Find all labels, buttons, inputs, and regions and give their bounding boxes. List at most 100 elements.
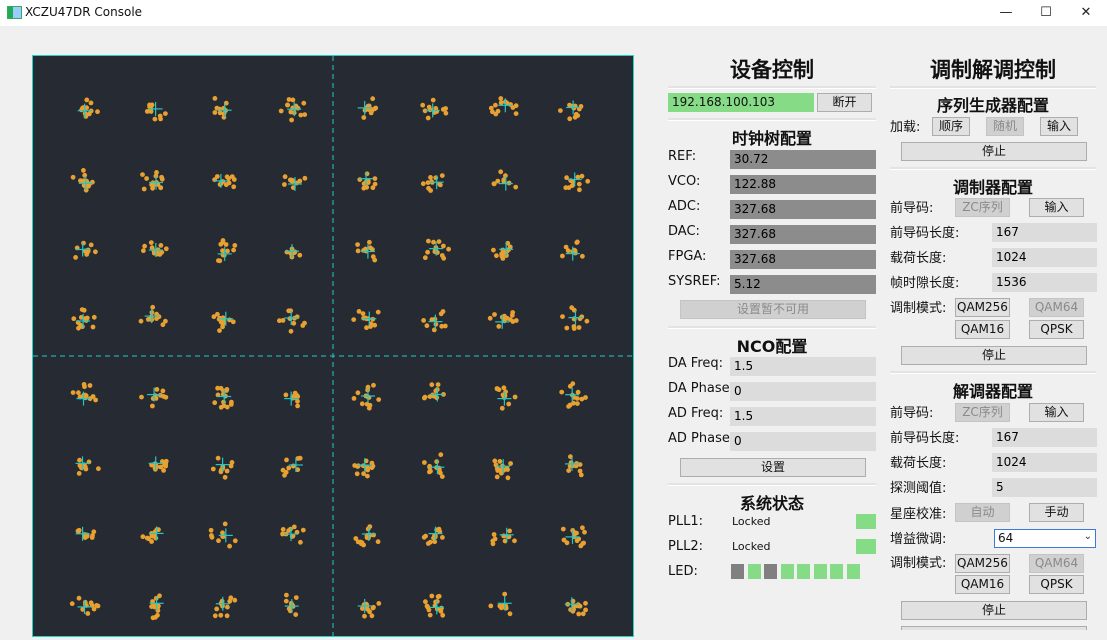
ad-phase-input[interactable]: 0 [730, 432, 876, 451]
seq-input-button[interactable]: 输入 [1040, 117, 1078, 136]
mod-payload-length-input[interactable]: 1024 [992, 248, 1097, 267]
constellation-point [84, 97, 90, 103]
constellation-point [210, 466, 216, 472]
constellation-point [421, 534, 427, 540]
constellation-point [286, 308, 292, 314]
demod-qam64-button[interactable]: QAM64 [1029, 554, 1084, 573]
demod-stop-button[interactable]: 停止 [901, 601, 1087, 620]
constellation-point [217, 328, 222, 333]
constellation-point [367, 239, 372, 245]
close-button[interactable]: ✕ [1066, 0, 1106, 26]
random-button[interactable]: 随机 [986, 117, 1024, 136]
constellation-point [91, 314, 97, 320]
constellation-point [498, 169, 504, 175]
demod-input-button[interactable]: 输入 [1029, 403, 1084, 422]
constellation-point [571, 326, 577, 331]
constellation-point [422, 255, 428, 261]
order-button[interactable]: 顺序 [932, 117, 970, 136]
constellation-point [154, 316, 159, 321]
constellation-point [148, 240, 154, 246]
ip-address-field[interactable]: 192.168.100.103 [668, 93, 814, 112]
mod-qam64-button[interactable]: QAM64 [1029, 298, 1084, 317]
constellation-point [224, 174, 230, 180]
demod-zc-button[interactable]: ZC序列 [955, 403, 1010, 422]
gain-trim-select[interactable]: 64 ⌄ [994, 529, 1096, 548]
gain-trim-label: 增益微调: [890, 532, 947, 547]
constellation-point [94, 603, 99, 608]
constellation-point [222, 474, 228, 480]
constellation-point [302, 175, 308, 181]
demod-qpsk-button[interactable]: QPSK [1029, 575, 1084, 594]
detect-threshold-input[interactable]: 5 [992, 478, 1097, 497]
minimize-button[interactable]: — [986, 0, 1026, 26]
mod-input-button[interactable]: 输入 [1029, 198, 1084, 217]
constellation-point [225, 604, 230, 610]
mod-qam16-button[interactable]: QAM16 [955, 320, 1010, 339]
constellation-point [369, 108, 375, 113]
demod-preamble-length-input[interactable]: 167 [992, 428, 1097, 447]
demod-mode-label: 调制模式: [890, 556, 947, 571]
mod-stop-button[interactable]: 停止 [901, 346, 1087, 365]
constellation-point [580, 525, 585, 531]
led-indicator [846, 564, 860, 579]
sequence-generator-title: 序列生成器配置 [936, 96, 1049, 115]
constellation-point [356, 309, 362, 314]
demod-payload-length-input[interactable]: 1024 [992, 453, 1097, 472]
device-control-title: 设备控制 [730, 58, 814, 82]
constellation-point [95, 109, 100, 115]
constellation-point [438, 182, 443, 188]
da-phase-input[interactable]: 0 [730, 382, 876, 401]
constellation-point [291, 320, 297, 326]
constellation-point [224, 613, 230, 619]
next-button-partial[interactable] [901, 626, 1087, 630]
nco-set-button[interactable]: 设置 [680, 458, 866, 477]
constellation-point [371, 382, 376, 388]
constellation-point [163, 318, 168, 324]
constellation-point [506, 401, 512, 407]
disconnect-button[interactable]: 断开 [817, 93, 872, 112]
constellation-point [88, 600, 94, 606]
mod-qam256-button[interactable]: QAM256 [955, 298, 1010, 317]
constellation-point [211, 314, 217, 320]
seq-stop-button[interactable]: 停止 [901, 142, 1087, 161]
frame-slot-length-input[interactable]: 1536 [992, 273, 1097, 292]
constellation-point [577, 187, 582, 193]
constellation-point [440, 535, 445, 540]
constellation-point [140, 534, 146, 540]
pll2-indicator [856, 539, 876, 554]
constellation-point [232, 597, 238, 603]
constellation-point [232, 243, 238, 248]
mod-mode-label: 调制模式: [890, 301, 947, 316]
da-freq-input[interactable]: 1.5 [730, 357, 876, 376]
constellation-point [154, 387, 160, 392]
demod-qam16-button[interactable]: QAM16 [955, 575, 1010, 594]
auto-calibrate-button[interactable]: 自动 [955, 503, 1010, 522]
constellation-point [435, 382, 441, 387]
constellation-point [81, 168, 86, 173]
constellation-point [575, 389, 581, 395]
constellation-point [428, 468, 433, 474]
maximize-button[interactable]: ☐ [1026, 0, 1066, 26]
clock-set-button[interactable]: 设置暂不可用 [680, 300, 866, 319]
constellation-point [227, 598, 233, 604]
demod-qam256-button[interactable]: QAM256 [955, 554, 1010, 573]
constellation-point [376, 397, 382, 402]
divider [890, 167, 1096, 170]
constellation-calibration-label: 星座校准: [890, 507, 947, 522]
constellation-point [558, 108, 563, 113]
ad-freq-input[interactable]: 1.5 [730, 407, 876, 426]
constellation-point [300, 323, 306, 328]
manual-calibrate-button[interactable]: 手动 [1029, 503, 1084, 522]
constellation-point [286, 528, 292, 533]
constellation-point [140, 172, 145, 177]
constellation-point [372, 176, 378, 181]
constellation-svg [33, 56, 633, 636]
mod-preamble-length-input[interactable]: 167 [992, 223, 1097, 242]
mod-qpsk-button[interactable]: QPSK [1029, 320, 1084, 339]
constellation-point [430, 97, 436, 103]
constellation-point [572, 114, 578, 120]
constellation-point [153, 614, 158, 620]
constellation-point [492, 312, 497, 317]
mod-zc-button[interactable]: ZC序列 [955, 198, 1010, 217]
dac-label: DAC: [668, 224, 700, 239]
